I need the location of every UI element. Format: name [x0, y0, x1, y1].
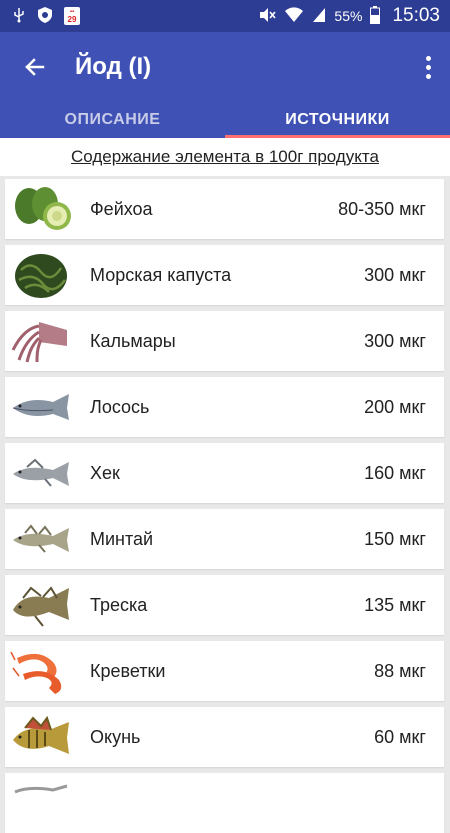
list-item[interactable]: Креветки 88 мкг	[5, 641, 444, 701]
content-header-text: Содержание элемента в 100г продукта	[71, 147, 379, 166]
app-toolbar: Йод (I)	[0, 32, 450, 102]
item-amount: 300 мкг	[364, 330, 426, 351]
item-amount: 135 мкг	[364, 594, 426, 615]
arrow-back-icon	[25, 58, 45, 76]
perch-image	[7, 709, 75, 765]
item-amount: 200 мкг	[364, 396, 426, 417]
squid-image	[7, 313, 75, 369]
item-amount: 80-350 мкг	[338, 198, 426, 219]
item-amount: 60 мкг	[374, 726, 426, 747]
item-amount: 88 мкг	[374, 660, 426, 681]
more-options-button[interactable]	[424, 55, 432, 79]
fish-image	[7, 775, 75, 831]
tab-bar: ОПИСАНИЕ ИСТОЧНИКИ	[0, 102, 450, 138]
list-item[interactable]: Окунь 60 мкг	[5, 707, 444, 767]
list-item[interactable]: Минтай 150 мкг	[5, 509, 444, 569]
item-name: Лосось	[90, 396, 150, 417]
calendar-badge: 29	[67, 15, 77, 24]
item-name: Кальмары	[90, 330, 176, 351]
item-name: Хек	[90, 462, 120, 483]
item-amount: 160 мкг	[364, 462, 426, 483]
list-item[interactable]: Морская капуста 300 мкг	[5, 245, 444, 305]
battery-icon	[370, 5, 381, 27]
calendar-icon: ▪▪ 29	[64, 7, 80, 25]
shrimp-image	[7, 643, 75, 699]
usb-icon	[12, 7, 26, 25]
item-name: Фейхоа	[90, 198, 153, 219]
page-title: Йод (I)	[75, 53, 152, 80]
item-name: Минтай	[90, 528, 154, 549]
clock: 15:03	[392, 5, 440, 26]
status-bar: ▪▪ 29 55% 15:03	[0, 0, 450, 32]
more-vert-icon	[425, 55, 431, 61]
shield-app-icon	[36, 6, 54, 26]
cod-image	[7, 577, 75, 633]
item-name: Окунь	[90, 726, 141, 747]
list-item[interactable]: Треска 135 мкг	[5, 575, 444, 635]
salmon-image	[7, 379, 75, 435]
feijoa-image	[7, 181, 75, 237]
mute-icon	[258, 7, 277, 26]
tab-sources[interactable]: ИСТОЧНИКИ	[225, 102, 450, 138]
signal-icon	[312, 7, 326, 26]
hake-image	[7, 445, 75, 501]
list-item-partial[interactable]	[5, 773, 444, 833]
item-amount: 150 мкг	[364, 528, 426, 549]
pollock-image	[7, 511, 75, 567]
content-header: Содержание элемента в 100г продукта	[0, 138, 450, 176]
back-button[interactable]	[20, 52, 50, 82]
list-item[interactable]: Кальмары 300 мкг	[5, 311, 444, 371]
item-name: Морская капуста	[90, 264, 232, 285]
item-amount: 300 мкг	[364, 264, 426, 285]
wifi-icon	[284, 6, 304, 26]
list-item[interactable]: Лосось 200 мкг	[5, 377, 444, 437]
seaweed-image	[7, 247, 75, 303]
battery-percent: 55%	[334, 8, 363, 24]
item-name: Треска	[90, 594, 148, 615]
tab-description[interactable]: ОПИСАНИЕ	[0, 102, 225, 138]
list-item[interactable]: Фейхоа 80-350 мкг	[5, 179, 444, 239]
item-name: Креветки	[90, 660, 166, 681]
list-item[interactable]: Хек 160 мкг	[5, 443, 444, 503]
